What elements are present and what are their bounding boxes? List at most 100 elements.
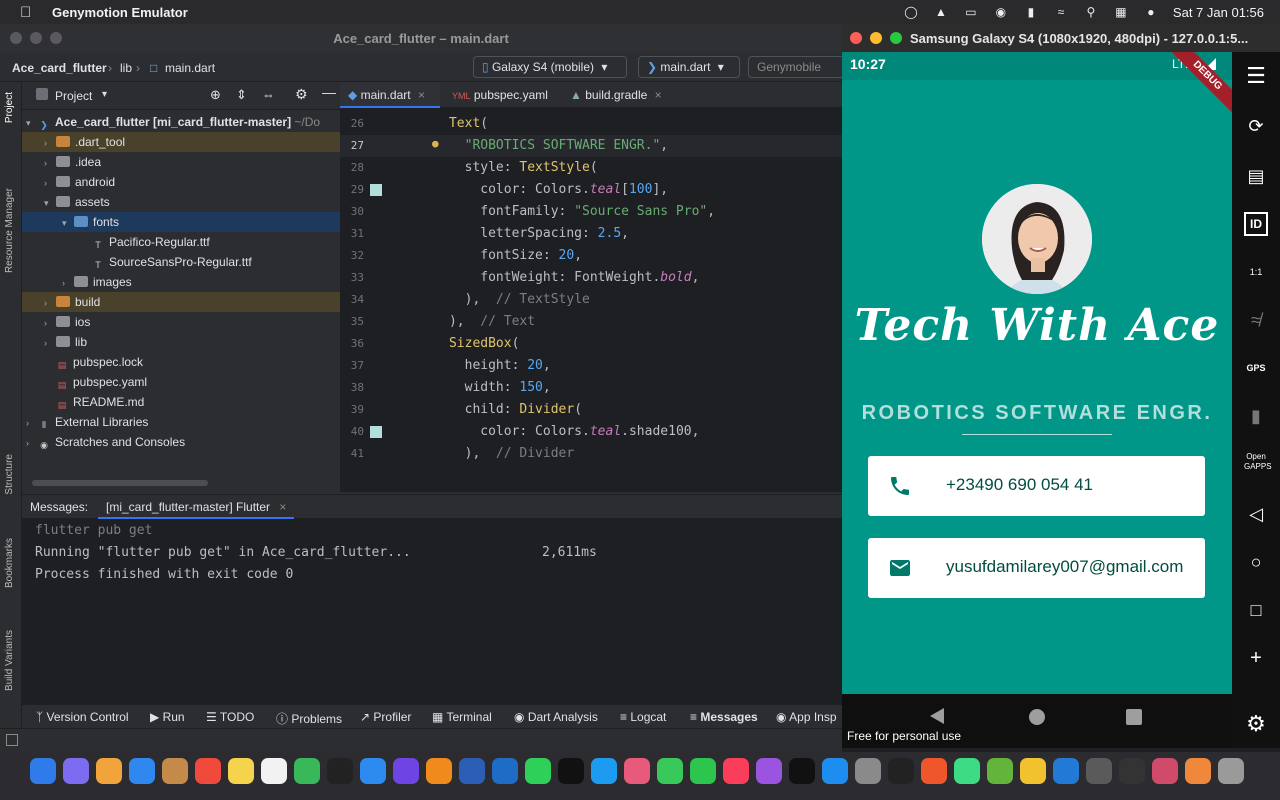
chevron-right-icon[interactable]: › <box>44 153 56 173</box>
home-icon[interactable] <box>1029 709 1045 725</box>
messages-output[interactable]: flutter pub get Running "flutter pub get… <box>22 519 842 729</box>
dart-analysis-tab[interactable]: ◉ Dart Analysis <box>514 710 598 724</box>
search-icon[interactable]: ⚲ <box>1083 5 1099 19</box>
genymotion-device-manager[interactable]: Genymobile <box>748 56 848 78</box>
build-variants-tab[interactable]: Build Variants <box>4 630 15 691</box>
vlc-icon[interactable]: ▲ <box>933 5 949 19</box>
source-tree-dock-icon[interactable] <box>492 758 518 784</box>
logcat-tab[interactable]: ≡ Logcat <box>620 710 666 724</box>
toggle-tool-windows-icon[interactable] <box>6 734 18 746</box>
android-screen[interactable]: 10:27 LTE DEBUG Tech With Ace ROBOTICS S… <box>842 52 1232 694</box>
contacts-dock-icon[interactable] <box>162 758 188 784</box>
messages-flutter-tab[interactable]: [mi_card_flutter-master] Flutter × <box>98 495 295 519</box>
word-dock-icon[interactable] <box>459 758 485 784</box>
gear-icon[interactable]: ⚙ <box>295 86 308 103</box>
code-editor[interactable]: 26 Text(27 ● "ROBOTICS SOFTWARE ENGR.", 28… <box>340 108 842 492</box>
chevron-right-icon[interactable]: › <box>44 333 56 353</box>
project-tree-item[interactable]: › lib <box>22 332 340 352</box>
add-icon[interactable]: + <box>1244 646 1268 670</box>
app-store-dock-icon[interactable] <box>822 758 848 784</box>
trash-dock-icon[interactable] <box>1218 758 1244 784</box>
media-icon[interactable]: ▤ <box>1244 164 1268 188</box>
terminal-2-dock-icon[interactable] <box>558 758 584 784</box>
close-icon[interactable]: × <box>655 88 662 102</box>
chrome-dock-icon[interactable] <box>1020 758 1046 784</box>
chevron-right-icon[interactable]: › <box>26 433 38 453</box>
siri-icon[interactable]: ● <box>1143 5 1159 19</box>
pycharm-dock-icon[interactable] <box>525 758 551 784</box>
project-tree-item[interactable]: ▾ assets <box>22 192 340 212</box>
siri-dock-icon[interactable] <box>63 758 89 784</box>
project-tree-item[interactable]: › ◉ Scratches and Consoles <box>22 432 340 452</box>
back-icon[interactable] <box>930 708 944 724</box>
utorrent-dock-icon[interactable] <box>987 758 1013 784</box>
close-window-button[interactable] <box>850 32 862 44</box>
network-icon[interactable]: ≉ <box>1244 308 1268 332</box>
sublime-dock-icon[interactable] <box>1185 758 1211 784</box>
chevron-right-icon[interactable]: ▾ <box>26 113 38 133</box>
run-config-selector[interactable]: ❯ main.dart ▾ <box>638 56 740 78</box>
project-tree-item[interactable]: ▤ pubspec.yaml <box>22 372 340 392</box>
structure-tab[interactable]: Structure <box>4 454 15 495</box>
chevron-right-icon[interactable]: › <box>44 173 56 193</box>
project-tree-item[interactable]: T Pacifico-Regular.ttf <box>22 232 340 252</box>
project-tree-item[interactable]: ▾ fonts <box>22 212 340 232</box>
rotate-icon[interactable]: ⟳ <box>1244 114 1268 138</box>
screen-dock-icon[interactable] <box>1086 758 1112 784</box>
project-tree-item[interactable]: ▤ pubspec.lock <box>22 352 340 372</box>
device-selector[interactable]: ▯ Galaxy S4 (mobile) ▾ <box>473 56 627 78</box>
recents-icon[interactable]: □ <box>1244 598 1268 622</box>
project-view-label[interactable]: Project <box>55 89 92 103</box>
close-icon[interactable]: × <box>418 88 425 102</box>
chevron-down-icon[interactable]: ▾ <box>62 213 74 233</box>
battery-icon[interactable]: ▮ <box>1023 5 1039 19</box>
profiler-tab[interactable]: ↗ Profiler <box>360 710 411 724</box>
project-tree-item[interactable]: › ios <box>22 312 340 332</box>
color-swatch[interactable] <box>370 184 382 196</box>
project-tree-item[interactable]: ▾ ❯ Ace_card_flutter [mi_card_flutter-mast… <box>22 112 340 132</box>
chevron-down-icon[interactable]: ▾ <box>44 193 56 213</box>
collapse-all-icon[interactable]: ⇔ <box>262 87 275 102</box>
pianola-dock-icon[interactable] <box>1119 758 1145 784</box>
tab-build-gradle[interactable]: ▲ build.gradle × <box>562 82 672 108</box>
resource-manager-tab[interactable]: Resource Manager <box>4 188 15 273</box>
chevron-right-icon[interactable]: › <box>26 413 38 433</box>
breadcrumb-file[interactable]: main.dart <box>165 61 215 75</box>
zoom-window-button[interactable] <box>890 32 902 44</box>
locate-icon[interactable]: ⊕ <box>210 87 221 103</box>
device-id-icon[interactable]: ID <box>1244 212 1268 236</box>
chevron-down-icon[interactable]: ▾ <box>102 89 107 100</box>
pixel-perfect-icon[interactable]: 1:1 <box>1244 260 1268 284</box>
code-icon-dock-icon[interactable] <box>393 758 419 784</box>
open-gapps-icon[interactable]: Open GAPPS <box>1244 452 1272 476</box>
tab-pubspec-yaml[interactable]: YML pubspec.yaml × <box>444 82 556 129</box>
phone-card[interactable]: +23490 690 054 41 <box>868 456 1205 516</box>
expand-all-icon[interactable]: ⇕ <box>236 87 247 103</box>
project-tree-item[interactable]: T SourceSansPro-Regular.ttf <box>22 252 340 272</box>
horizontal-scrollbar[interactable] <box>32 480 208 486</box>
apple-icon[interactable]:  <box>20 4 34 21</box>
terminal-dock-icon[interactable] <box>327 758 353 784</box>
project-tree-item[interactable]: › .idea <box>22 152 340 172</box>
messages-dock-icon[interactable] <box>657 758 683 784</box>
project-tree-item[interactable]: › build <box>22 292 340 312</box>
facetime-dock-icon[interactable] <box>690 758 716 784</box>
breadcrumb-lib[interactable]: lib <box>120 61 132 75</box>
wifi-off-icon[interactable]: ≈ <box>1053 5 1069 19</box>
notes-dock-icon[interactable] <box>228 758 254 784</box>
recents-icon[interactable] <box>1126 709 1142 725</box>
safari-dock-icon[interactable] <box>360 758 386 784</box>
back-icon[interactable]: ◁ <box>1244 502 1268 526</box>
reminders-dock-icon[interactable] <box>261 758 287 784</box>
control-center-icon[interactable]: ▦ <box>1113 5 1129 19</box>
vlc-dock-icon[interactable] <box>426 758 452 784</box>
photos-dock-icon[interactable] <box>624 758 650 784</box>
tv-dock-icon[interactable] <box>789 758 815 784</box>
pen-dock-icon[interactable] <box>888 758 914 784</box>
home-icon[interactable]: ○ <box>1244 550 1268 574</box>
genymotion-dock-icon[interactable] <box>1152 758 1178 784</box>
bookmarks-tab[interactable]: Bookmarks <box>4 538 15 588</box>
menu-icon[interactable]: ☰ <box>1244 64 1268 88</box>
menubar-clock[interactable]: Sat 7 Jan 01:56 <box>1173 5 1264 20</box>
problems-tab[interactable]: ⓘ Problems <box>276 710 342 727</box>
